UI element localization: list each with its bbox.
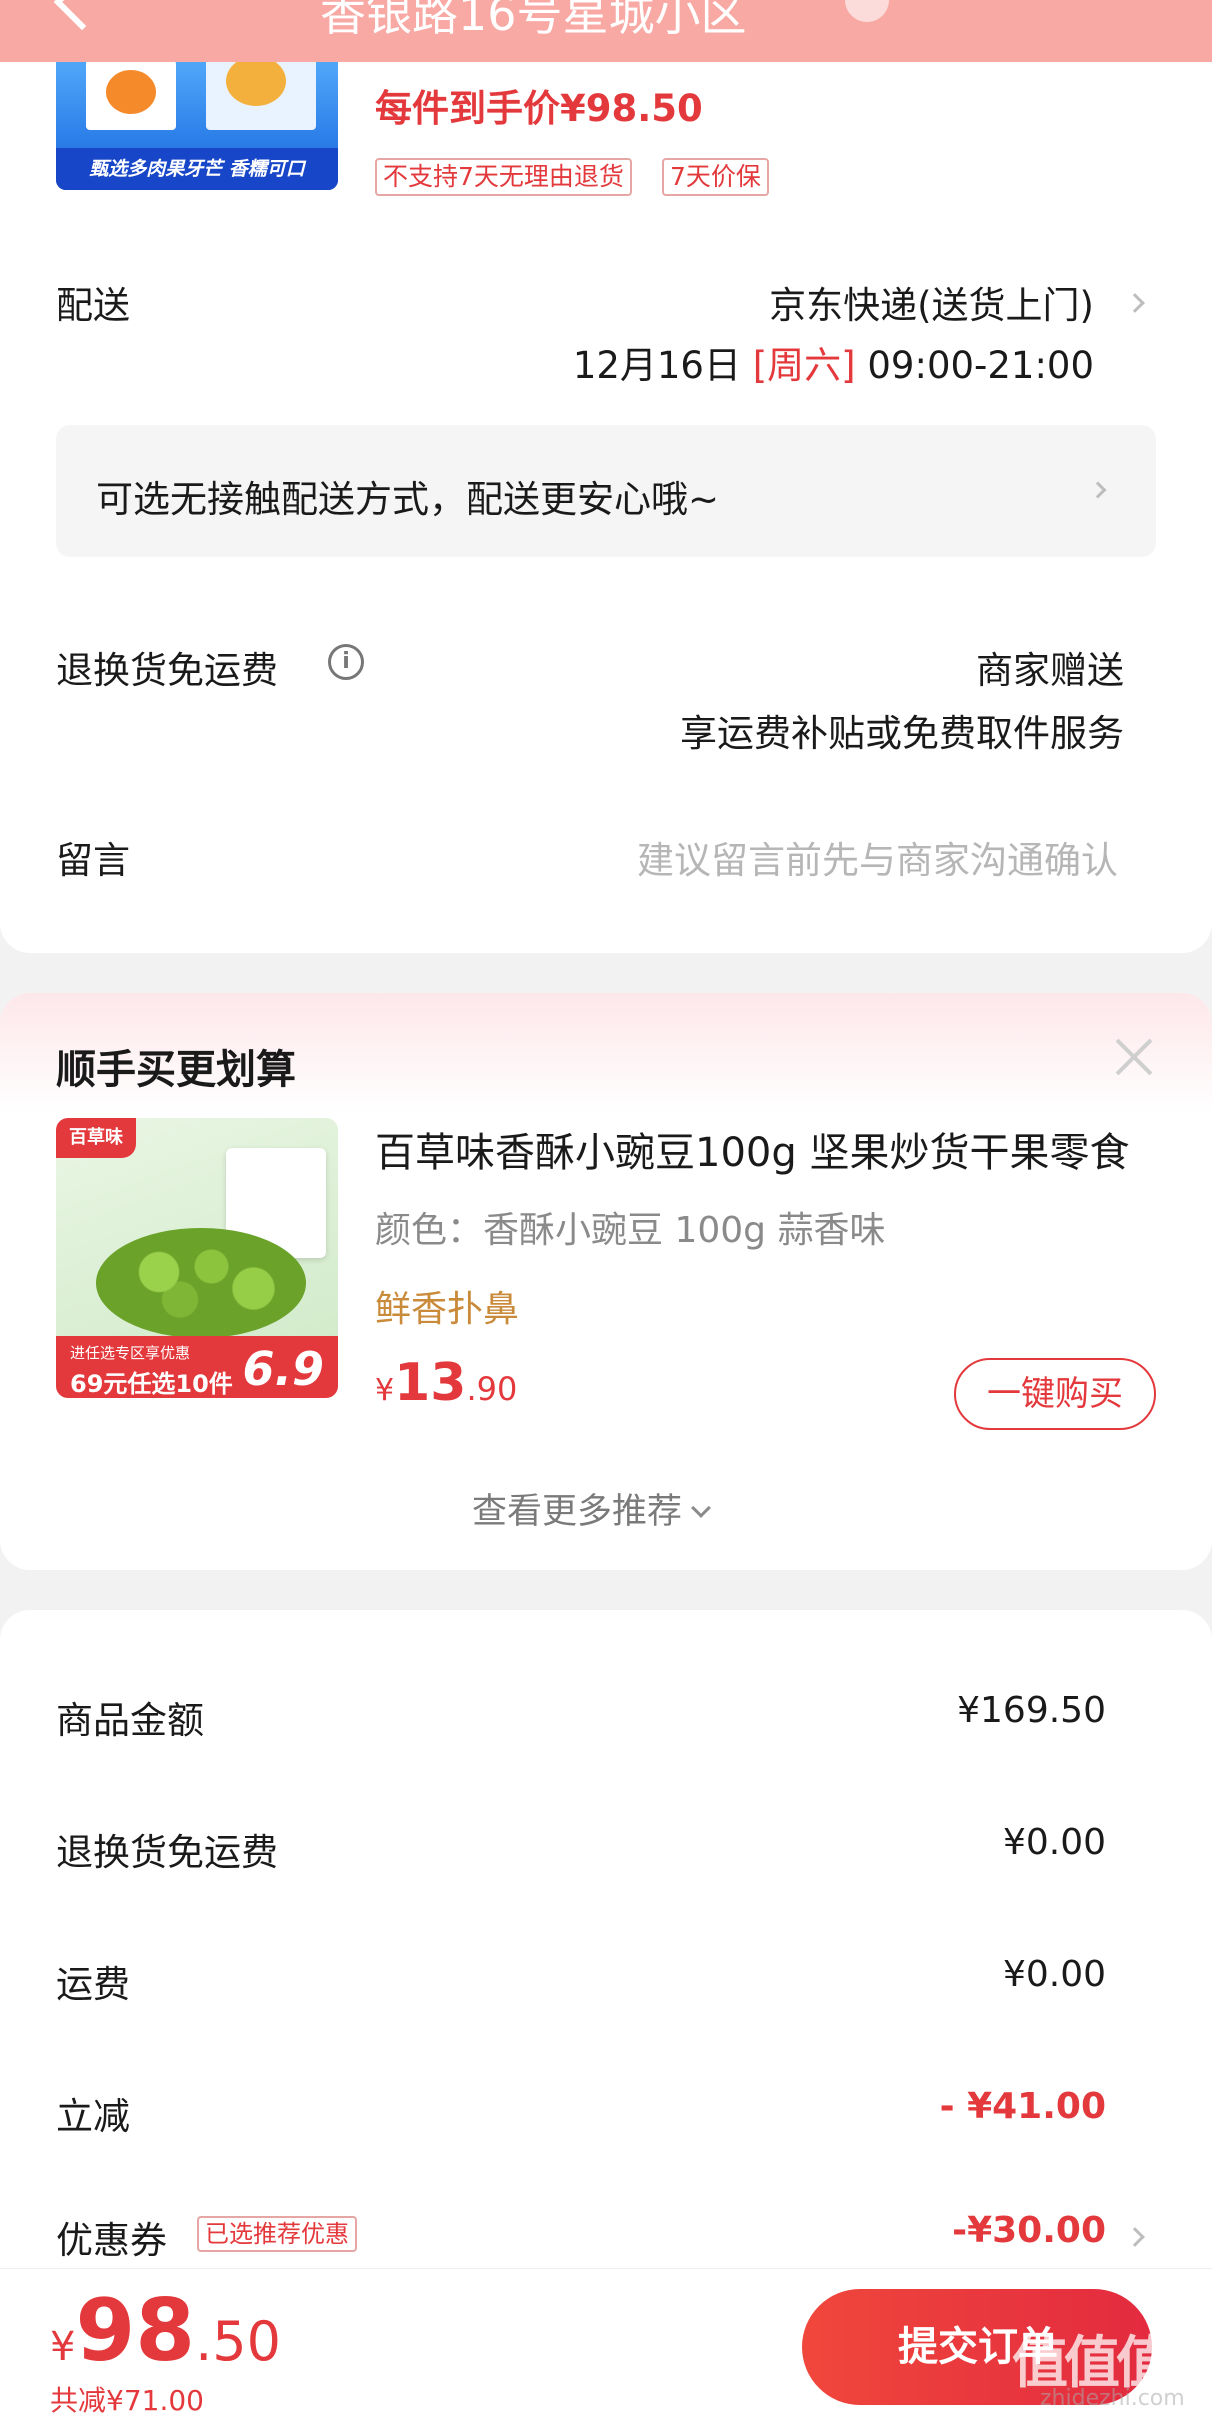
goods-amount-value: ¥169.50 <box>957 1690 1106 1731</box>
one-click-buy-button[interactable]: 一键购买 <box>954 1358 1156 1430</box>
instant-discount-label: 立减 <box>56 2095 130 2138</box>
coupon-label: 优惠券 <box>56 2219 167 2262</box>
coupon-chevron-icon[interactable] <box>1125 2227 1145 2247</box>
return-free-label: 退换货免运费 <box>56 1831 278 1874</box>
recommend-product-name[interactable]: 百草味香酥小豌豆100g 坚果炒货干果零食 <box>375 1120 1155 1178</box>
price-currency: ¥ <box>375 1373 395 1408</box>
return-free-value: ¥0.00 <box>1002 1822 1106 1863</box>
goods-amount-label: 商品金额 <box>56 1699 204 1742</box>
recommend-product-price: ¥13.90 <box>375 1353 517 1413</box>
delivery-method[interactable]: 京东快递(送货上门) <box>769 275 1094 329</box>
total-integer: 98 <box>75 2281 196 2381</box>
order-info-card: 甄选多肉果牙芒 香糯可口 每件到手价¥98.50 不支持7天无理由退货 7天价保… <box>0 0 1212 953</box>
total-decimal: .50 <box>195 2310 282 2373</box>
recommend-title: 顺手买更划算 <box>56 1047 296 1093</box>
shipping-fee-value: ¥0.00 <box>1002 1954 1106 1995</box>
coupon-value[interactable]: -¥30.00 <box>952 2210 1106 2251</box>
instant-discount-value: - ¥41.00 <box>939 2086 1106 2127</box>
address-edit-icon[interactable] <box>845 0 889 22</box>
recommend-product-spec: 颜色：香酥小豌豆 100g 蒜香味 <box>375 1210 886 1251</box>
top-bar: 香银路16号星城小区 <box>0 0 1212 62</box>
recommend-card: 顺手买更划算 百草味 进任选专区享优惠 69元任选10件 6.9 百草味香酥小豌… <box>0 993 1212 1570</box>
coupon-selected-tag: 已选推荐优惠 <box>197 2216 357 2252</box>
watermark-url: zhidezhi.com <box>1040 2386 1185 2411</box>
delivery-chevron-icon[interactable] <box>1125 293 1145 313</box>
price-decimal: .90 <box>466 1370 518 1408</box>
more-recommend-label: 查看更多推荐 <box>472 1492 683 1532</box>
back-arrow-icon[interactable] <box>53 0 111 31</box>
message-input[interactable]: 建议留言前先与商家沟通确认 <box>637 830 1118 884</box>
product-image-caption: 甄选多肉果牙芒 香糯可口 <box>56 148 338 190</box>
per-item-price: 每件到手价¥98.50 <box>375 87 703 130</box>
contactless-chevron-icon <box>1089 481 1107 499</box>
return-shipping-label: 退换货免运费 <box>56 649 278 692</box>
return-shipping-value: 商家赠送 <box>976 649 1124 692</box>
peas-bowl <box>96 1228 306 1338</box>
thumb-price: 6.9 <box>242 1342 325 1396</box>
thumb-promo-small: 进任选专区享优惠 <box>70 1344 191 1362</box>
chevron-down-icon <box>691 1498 711 1518</box>
delivery-date: 12月16日 <box>572 344 741 387</box>
more-recommend-link[interactable]: 查看更多推荐 <box>472 1483 711 1534</box>
return-shipping-desc: 享运费补贴或免费取件服务 <box>680 712 1124 755</box>
delivery-weekday: [周六] <box>752 344 856 387</box>
thumb-promo-strip: 进任选专区享优惠 69元任选10件 6.9 <box>56 1336 338 1398</box>
close-icon[interactable] <box>1110 1033 1158 1081</box>
total-currency: ¥ <box>50 2324 76 2370</box>
recommend-product-image[interactable]: 百草味 进任选专区享优惠 69元任选10件 6.9 <box>56 1118 338 1398</box>
address-title[interactable]: 香银路16号星城小区 <box>320 0 747 44</box>
contactless-text: 可选无接触配送方式，配送更安心哦~ <box>96 478 720 521</box>
info-icon[interactable]: i <box>328 644 364 680</box>
shipping-fee-label: 运费 <box>56 1963 130 2006</box>
contactless-delivery-banner[interactable]: 可选无接触配送方式，配送更安心哦~ <box>56 425 1156 557</box>
thumb-promo-big: 69元任选10件 <box>70 1370 233 1398</box>
total-price: ¥98.50 <box>50 2281 281 2381</box>
delivery-label: 配送 <box>56 284 130 327</box>
delivery-time[interactable]: 12月16日 [周六] 09:00-21:00 <box>573 335 1094 389</box>
price-integer: 13 <box>394 1353 467 1413</box>
total-saved: 共减¥71.00 <box>50 2384 204 2417</box>
delivery-time-range: 09:00-21:00 <box>867 344 1094 387</box>
product-box-left <box>86 60 176 130</box>
message-label: 留言 <box>56 839 130 882</box>
no-return-tag: 不支持7天无理由退货 <box>375 158 632 196</box>
brand-logo: 百草味 <box>56 1118 136 1158</box>
product-box-right <box>206 50 316 130</box>
price-protect-tag: 7天价保 <box>662 158 769 196</box>
recommend-product-slogan: 鲜香扑鼻 <box>375 1289 520 1330</box>
